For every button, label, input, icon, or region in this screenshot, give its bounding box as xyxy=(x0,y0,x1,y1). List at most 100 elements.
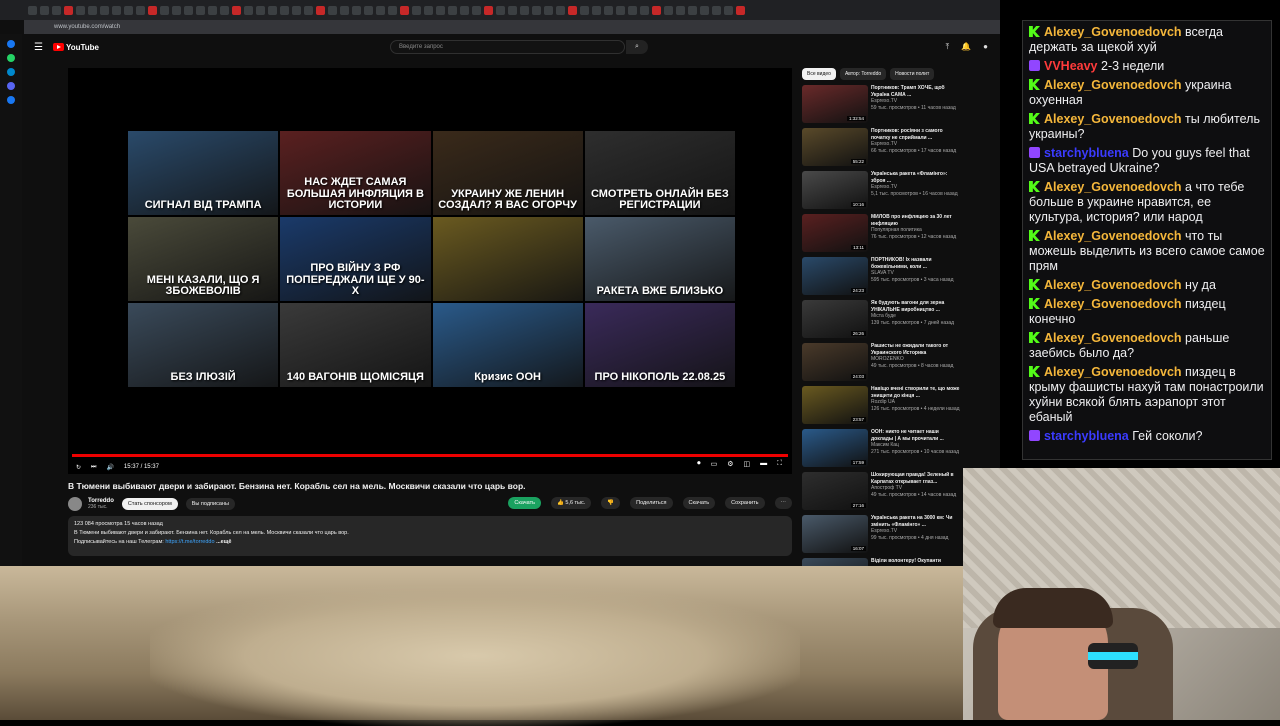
browser-tab[interactable] xyxy=(280,5,289,15)
browser-tab[interactable] xyxy=(100,5,109,15)
browser-tab[interactable] xyxy=(496,5,505,15)
miniplayer-icon[interactable]: ◫ xyxy=(743,460,750,468)
dislike-button[interactable]: 👎 xyxy=(601,497,621,509)
chat-username[interactable]: Alexey_Govenoedovch xyxy=(1044,180,1182,194)
search-icon[interactable]: ⌕ xyxy=(626,40,648,54)
endscreen-video[interactable]: БЕЗ ІЛЮЗІЙ xyxy=(128,303,279,387)
related-video[interactable]: 24:23 ПОРТНИКОВ! Їх назвали божевільними,… xyxy=(802,257,962,299)
browser-tab[interactable] xyxy=(184,5,193,15)
endscreen-video[interactable]: ПРО ВІЙНУ З РФ ПОПЕРЕДЖАЛИ ЩЕ У 90-Х xyxy=(280,217,431,301)
related-title[interactable]: ПОРТНИКОВ! Їх назвали божевільними, коли… xyxy=(871,257,962,270)
browser-tab[interactable] xyxy=(340,5,349,15)
browser-tab[interactable] xyxy=(88,5,97,15)
related-thumbnail[interactable]: 24:23 xyxy=(802,257,868,295)
browser-tab[interactable] xyxy=(292,5,301,15)
chat-username[interactable]: Alexey_Govenoedovch xyxy=(1044,229,1182,243)
chat-username[interactable]: starchybluena xyxy=(1044,146,1129,160)
related-thumbnail[interactable]: 16:07 xyxy=(802,515,868,553)
related-video[interactable]: 24:03 Рашисты не ожидали такого от Украин… xyxy=(802,343,962,385)
related-title[interactable]: Портников: Трамп ХОЧЕ, щоб Україна САМА … xyxy=(871,85,962,98)
upload-icon[interactable]: ⤒ xyxy=(946,42,950,52)
related-title[interactable]: МИЛОВ про инфляцию за 30 лет инфляцию xyxy=(871,214,962,227)
browser-tab[interactable] xyxy=(508,5,517,15)
account-avatar-icon[interactable]: ● xyxy=(983,42,988,52)
browser-tab[interactable] xyxy=(688,5,697,15)
more-icon[interactable]: ⋯ xyxy=(774,497,792,509)
browser-tab[interactable] xyxy=(448,5,457,15)
related-video[interactable]: 1:32:54 Портников: Трамп ХОЧЕ, щоб Україн… xyxy=(802,85,962,127)
chat-username[interactable]: Alexey_Govenoedovch xyxy=(1044,112,1182,126)
related-thumbnail[interactable]: 23:57 xyxy=(802,386,868,424)
related-thumbnail[interactable]: 26:26 xyxy=(802,300,868,338)
sidebar-app-icon[interactable] xyxy=(7,54,15,62)
download-button[interactable]: Скачать xyxy=(682,497,716,509)
browser-tab[interactable] xyxy=(412,5,421,15)
related-video[interactable]: 55:22 Портников: росіяни з самого початку… xyxy=(802,128,962,170)
browser-tab[interactable] xyxy=(712,5,721,15)
browser-tab[interactable] xyxy=(124,5,133,15)
browser-tab[interactable] xyxy=(436,5,445,15)
related-title[interactable]: Портников: росіяни з самого початку не с… xyxy=(871,128,962,141)
browser-tab[interactable] xyxy=(484,5,493,15)
browser-tab[interactable] xyxy=(172,5,181,15)
browser-tab[interactable] xyxy=(160,5,169,15)
related-thumbnail[interactable]: 1:32:54 xyxy=(802,85,868,123)
browser-tab[interactable] xyxy=(532,5,541,15)
fullscreen-icon[interactable]: ⛶ xyxy=(777,460,782,468)
related-thumbnail[interactable]: 17:59 xyxy=(802,429,868,467)
endscreen-video[interactable]: УКРАИНУ ЖЕ ЛЕНИН СОЗДАЛ? Я ВАС ОГОРЧУ xyxy=(432,131,583,215)
download-promo-button[interactable]: Скачать xyxy=(508,497,541,509)
browser-tab[interactable] xyxy=(64,5,73,15)
browser-tab[interactable] xyxy=(244,5,253,15)
related-thumbnail[interactable] xyxy=(802,558,868,566)
youtube-logo[interactable]: YouTube xyxy=(52,43,99,52)
volume-icon[interactable]: 🔊 xyxy=(106,464,113,471)
related-thumbnail[interactable]: 13:11 xyxy=(802,214,868,252)
endscreen-video[interactable]: ПРО НІКОПОЛЬ 22.08.25 xyxy=(584,303,735,387)
filter-chip[interactable]: Автор: Torreddo xyxy=(839,68,887,80)
endscreen-video[interactable]: СИГНАЛ ВІД ТРАМПА xyxy=(128,131,279,215)
browser-tab[interactable] xyxy=(544,5,553,15)
endscreen-video[interactable]: НАС ЖДЕТ САМАЯ БОЛЬШАЯ ИНФЛЯЦИЯ В ИСТОРИ… xyxy=(280,131,431,215)
sidebar-app-icon[interactable] xyxy=(7,96,15,104)
endscreen-video[interactable]: 140 ВАГОНІВ ЩОМІСЯЦЯ xyxy=(280,303,431,387)
filter-chip[interactable]: Новости полит xyxy=(890,68,935,80)
browser-tab[interactable] xyxy=(460,5,469,15)
browser-tab[interactable] xyxy=(628,5,637,15)
browser-tab[interactable] xyxy=(112,5,121,15)
related-video[interactable]: 10:16 Українська ракета «Фламінго»: зброя… xyxy=(802,171,962,213)
browser-tab[interactable] xyxy=(616,5,625,15)
sidebar-app-icon[interactable] xyxy=(7,40,15,48)
chat-username[interactable]: Alexey_Govenoedovch xyxy=(1044,331,1182,345)
browser-tab[interactable] xyxy=(736,5,745,15)
sponsor-button[interactable]: Стать спонсором xyxy=(121,498,178,510)
chat-username[interactable]: VVHeavy xyxy=(1044,59,1098,73)
browser-tab[interactable] xyxy=(556,5,565,15)
browser-tab[interactable] xyxy=(208,5,217,15)
browser-tab[interactable] xyxy=(316,5,325,15)
address-bar[interactable]: www.youtube.com/watch xyxy=(24,20,1000,34)
browser-tab[interactable] xyxy=(232,5,241,15)
related-thumbnail[interactable]: 10:16 xyxy=(802,171,868,209)
settings-icon[interactable]: ⚙ xyxy=(727,460,733,468)
browser-tab[interactable] xyxy=(568,5,577,15)
related-video[interactable]: 16:07 Українська ракета на 3000 км: Чи зм… xyxy=(802,515,962,557)
chat-username[interactable]: Alexey_Govenoedovch xyxy=(1044,25,1182,39)
chat-username[interactable]: starchybluena xyxy=(1044,429,1129,443)
related-title[interactable]: Рашисты не ожидали такого от Украинского… xyxy=(871,343,962,356)
related-title[interactable]: Віділи волонтеру! Окупанти xyxy=(871,558,941,565)
related-video[interactable]: 17:59 ООН: никто не читает наши доклады |… xyxy=(802,429,962,471)
related-video[interactable]: 23:57 Навіщо вчені створили те, що може з… xyxy=(802,386,962,428)
related-title[interactable]: Навіщо вчені створили те, що може знищит… xyxy=(871,386,962,399)
browser-tab[interactable] xyxy=(604,5,613,15)
browser-tab[interactable] xyxy=(400,5,409,15)
browser-tab[interactable] xyxy=(388,5,397,15)
share-button[interactable]: Поделиться xyxy=(630,497,673,509)
related-thumbnail[interactable]: 27:16 xyxy=(802,472,868,510)
related-video[interactable]: 27:16 Шокирующая правда! Зеленый в Карпат… xyxy=(802,472,962,514)
browser-tab[interactable] xyxy=(520,5,529,15)
browser-tab[interactable] xyxy=(424,5,433,15)
browser-tab[interactable] xyxy=(652,5,661,15)
browser-tab[interactable] xyxy=(136,5,145,15)
tab-strip[interactable] xyxy=(0,0,1000,20)
